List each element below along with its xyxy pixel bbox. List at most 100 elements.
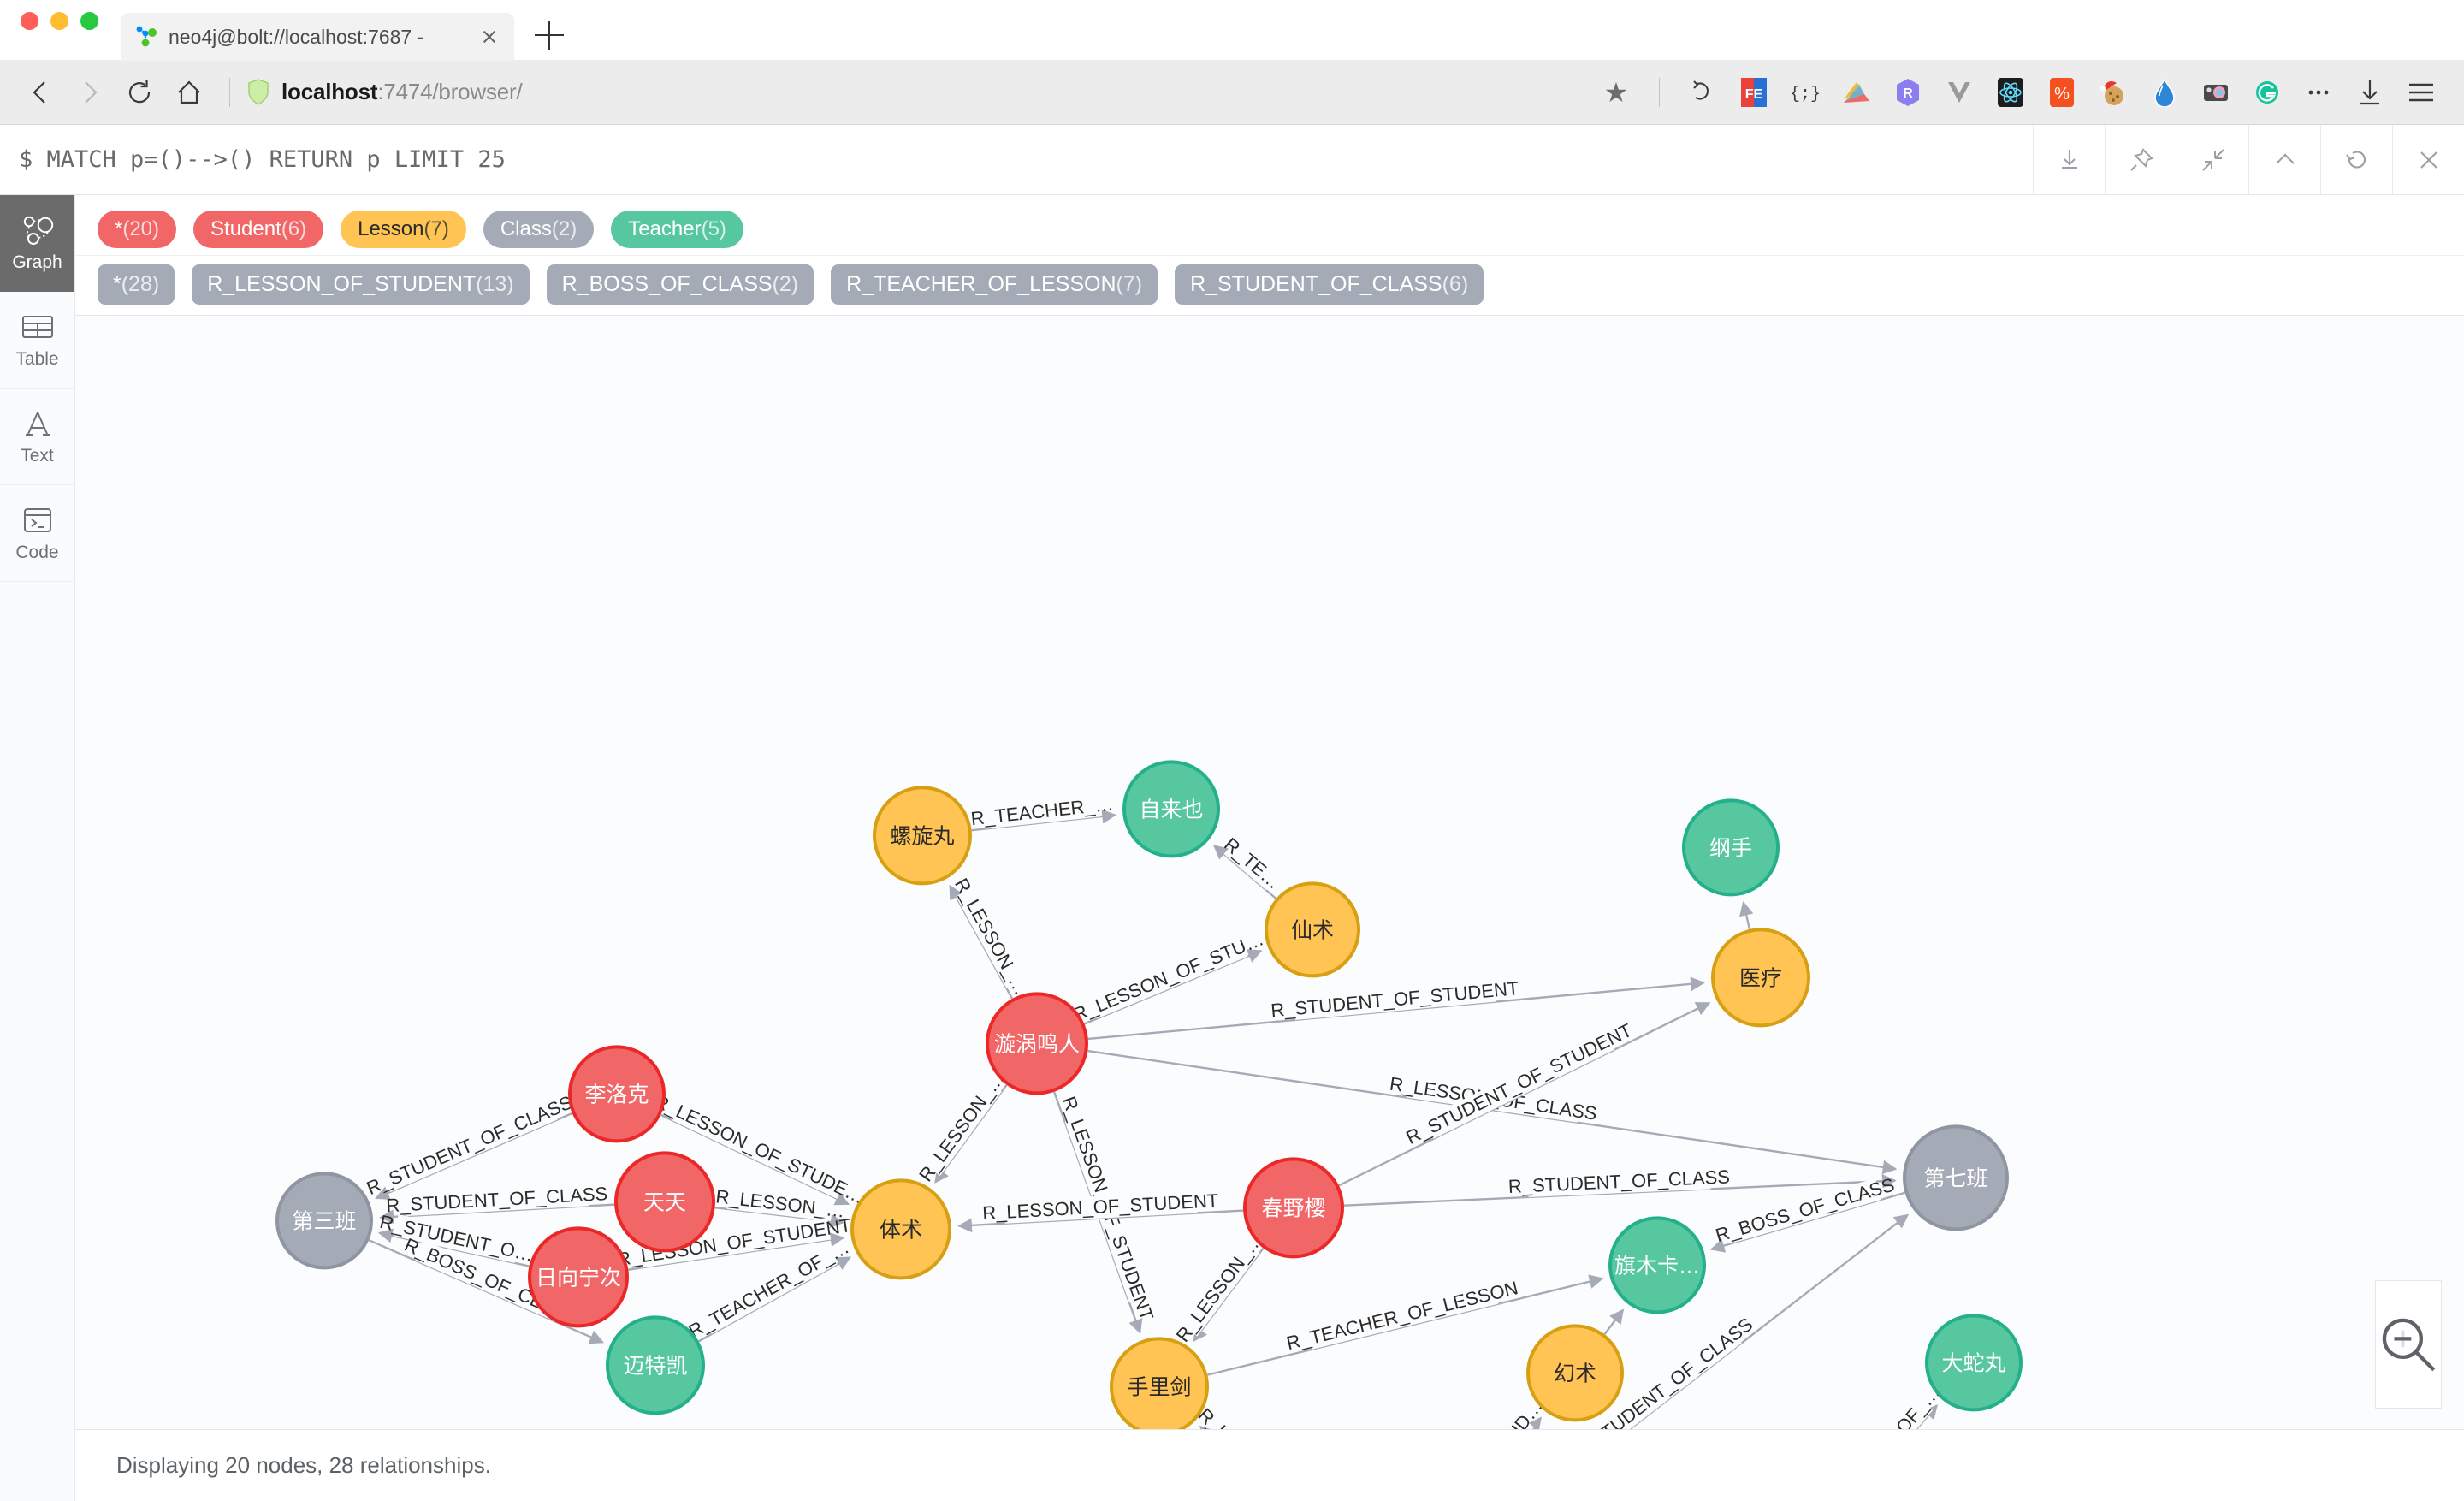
relationship-type-chip[interactable]: R_STUDENT_OF_CLASS(6) (1175, 264, 1484, 306)
percent-extension-icon[interactable]: % (2036, 69, 2088, 116)
vue-devtools-icon[interactable] (1934, 69, 1985, 116)
menu-hamburger-icon[interactable] (2396, 69, 2447, 116)
sidebar-item-graph[interactable]: Graph (0, 195, 74, 292)
navbar-divider-2 (1659, 77, 1660, 107)
graph-node[interactable]: 日向宁次 (528, 1226, 629, 1328)
home-icon[interactable] (166, 69, 212, 116)
graph-edge[interactable]: R_LESSON_OF_STUDENT (1194, 1404, 1379, 1429)
query-bar: $ MATCH p=()-->() RETURN p LIMIT 25 (0, 125, 2464, 195)
relationship-type-chip-name: * (113, 272, 121, 296)
water-drop-icon[interactable] (2139, 69, 2190, 116)
graph-node[interactable]: 纲手 (1682, 798, 1780, 897)
address-bar[interactable]: localhost:7474/browser/ (247, 79, 1587, 105)
cookie-santa-icon[interactable] (2088, 69, 2139, 116)
navbar-divider (229, 77, 230, 107)
graph-node[interactable]: 旗木卡… (1608, 1216, 1706, 1314)
graph-canvas[interactable]: R_TEACHER_… R_TE… R_LESSON_… R_LESSON_OF_ST… (75, 316, 2464, 1429)
graph-edge[interactable] (1739, 901, 1754, 930)
chevron-right-icon[interactable] (67, 69, 113, 116)
edge-label: R_LESSON_OF_STUD… (1398, 1396, 1547, 1429)
downloads-icon[interactable] (2344, 69, 2396, 116)
sidebar-item-code[interactable]: Code (0, 485, 74, 582)
browser-navbar: localhost:7474/browser/ ★ FE {;} R % (0, 60, 2464, 125)
graph-edge[interactable]: R_LESSON_… (915, 1068, 1009, 1185)
browser-tab[interactable]: neo4j@bolt://localhost:7687 - (121, 13, 514, 61)
chevron-up-icon[interactable] (2248, 125, 2320, 194)
graph-node[interactable]: 体术 (850, 1178, 951, 1280)
graph-node[interactable]: 第七班 (1903, 1124, 2009, 1231)
chevron-left-icon[interactable] (17, 69, 63, 116)
graph-edge[interactable]: R_STUDENT_OF_CLASS (364, 1091, 576, 1201)
undo-icon[interactable] (1677, 69, 1728, 116)
graph-edge[interactable]: R_LESSON_… (1172, 1230, 1267, 1346)
graph-visualization[interactable]: R_TEACHER_… R_TE… R_LESSON_… R_LESSON_OF_ST… (75, 316, 2464, 1429)
window-close-button[interactable] (21, 11, 38, 30)
edge-line (698, 1256, 851, 1343)
table-icon (21, 310, 54, 344)
relationship-type-chip[interactable]: R_BOSS_OF_CLASS(2) (546, 264, 814, 306)
relationship-type-chip[interactable]: R_TEACHER_OF_LESSON(7) (831, 264, 1158, 306)
grammarly-icon[interactable] (2242, 69, 2293, 116)
graph-node[interactable]: 第三班 (275, 1172, 373, 1270)
url-path: :7474/browser/ (377, 79, 523, 104)
node-label-chip[interactable]: *(20) (98, 211, 177, 248)
star-icon[interactable]: ★ (1590, 69, 1642, 116)
react-devtools-r-icon[interactable]: R (1882, 69, 1934, 116)
close-icon[interactable] (477, 24, 502, 50)
graph-edge[interactable]: R_TEACHER_… (969, 793, 1117, 832)
zoom-out-icon[interactable] (2380, 1318, 2437, 1404)
graph-node[interactable]: 幻术 (1526, 1324, 1624, 1422)
graph-node[interactable]: 春野樱 (1243, 1157, 1344, 1259)
graph-node[interactable]: 自来也 (1122, 760, 1220, 858)
camera-icon[interactable] (2190, 69, 2242, 116)
sidebar-item-graph-label: Graph (12, 252, 62, 272)
graph-node[interactable]: 李洛克 (568, 1045, 666, 1143)
node-label-chip-count: (6) (281, 217, 307, 240)
graph-node[interactable]: 迈特凯 (606, 1315, 705, 1415)
relationship-type-chip[interactable]: *(28) (98, 264, 175, 306)
graph-node[interactable]: 螺旋丸 (873, 786, 972, 886)
node-label-chip[interactable]: Class(2) (483, 211, 595, 248)
react-atom-icon[interactable] (1985, 69, 2036, 116)
close-icon[interactable] (2392, 125, 2464, 194)
collapse-icon[interactable] (2177, 125, 2248, 194)
node-label-chip-count: (7) (424, 217, 449, 240)
download-icon[interactable] (2033, 125, 2105, 194)
graph-edge[interactable]: R_LESSON_… (949, 875, 1032, 1000)
relationship-type-chip[interactable]: R_LESSON_OF_STUDENT(13) (192, 264, 530, 306)
svg-text:FE: FE (1745, 87, 1763, 102)
window-maximize-button[interactable] (80, 11, 98, 30)
pin-icon[interactable] (2105, 125, 2177, 194)
graph-edge[interactable]: R_TEACHER_OF_… (1810, 1382, 1944, 1429)
graph-node[interactable]: 大蛇丸 (1925, 1314, 2023, 1412)
graph-edge[interactable]: R_STUDENT_OF_CLASS (379, 1183, 615, 1225)
graph-node-label: 体术 (880, 1219, 922, 1243)
graph-node-label: 第七班 (1923, 1167, 1987, 1191)
graph-node[interactable]: 手里剑 (1110, 1337, 1209, 1429)
window-minimize-button[interactable] (50, 11, 68, 30)
graph-node-label: 天天 (643, 1191, 686, 1215)
graph-node[interactable]: 仙术 (1265, 881, 1360, 978)
graph-node[interactable]: 漩涡鸣人 (986, 992, 1088, 1095)
query-text[interactable]: $ MATCH p=()-->() RETURN p LIMIT 25 (0, 146, 2033, 173)
graph-edge[interactable]: R_LESSON_OF_STU… (1070, 928, 1267, 1026)
graph-edge[interactable]: R_TE… (1212, 834, 1285, 900)
edge-label: R_LESSON_… (1172, 1230, 1267, 1346)
sidebar-item-text[interactable]: Text (0, 389, 74, 485)
kite-extension-icon[interactable] (1831, 69, 1882, 116)
node-label-chip[interactable]: Lesson(7) (341, 211, 466, 248)
node-label-chip[interactable]: Teacher(5) (611, 211, 743, 248)
graph-node[interactable]: 医疗 (1711, 928, 1810, 1028)
graph-node[interactable]: 天天 (614, 1151, 715, 1253)
sidebar-item-table[interactable]: Table (0, 292, 74, 389)
relationship-type-chip-name: R_BOSS_OF_CLASS (561, 272, 773, 296)
graph-edge[interactable] (1603, 1308, 1625, 1336)
more-options-icon[interactable] (2293, 69, 2344, 116)
json-formatter-icon[interactable]: {;} (1780, 69, 1831, 116)
refresh-icon[interactable] (2320, 125, 2392, 194)
graph-edge[interactable]: R_LESSON_OF_STUD… (1398, 1396, 1547, 1429)
reload-icon[interactable] (116, 69, 163, 116)
fe-extension-icon[interactable]: FE (1728, 69, 1780, 116)
node-label-chip[interactable]: Student(6) (193, 211, 324, 248)
plus-icon[interactable] (535, 21, 564, 50)
